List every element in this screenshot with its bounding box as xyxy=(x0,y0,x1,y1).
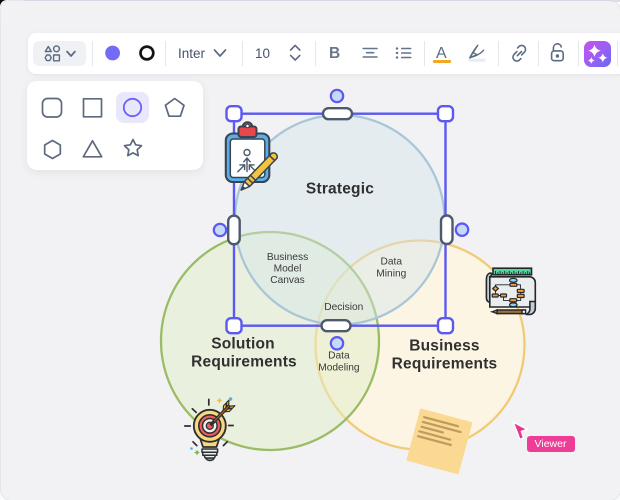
svg-text:Requirements: Requirements xyxy=(392,356,498,373)
svg-text:Business: Business xyxy=(409,338,480,355)
svg-text:Data: Data xyxy=(328,351,350,362)
svg-text:Requirements: Requirements xyxy=(191,354,297,371)
svg-text:Solution: Solution xyxy=(211,336,275,353)
svg-text:Strategic: Strategic xyxy=(306,181,374,198)
svg-text:Business: Business xyxy=(267,252,308,263)
svg-text:Modeling: Modeling xyxy=(318,363,360,374)
svg-text:Decision: Decision xyxy=(324,302,363,313)
svg-text:Mining: Mining xyxy=(376,269,406,280)
svg-text:Data: Data xyxy=(381,257,403,268)
svg-text:Canvas: Canvas xyxy=(270,275,305,286)
svg-text:Model: Model xyxy=(274,264,302,275)
